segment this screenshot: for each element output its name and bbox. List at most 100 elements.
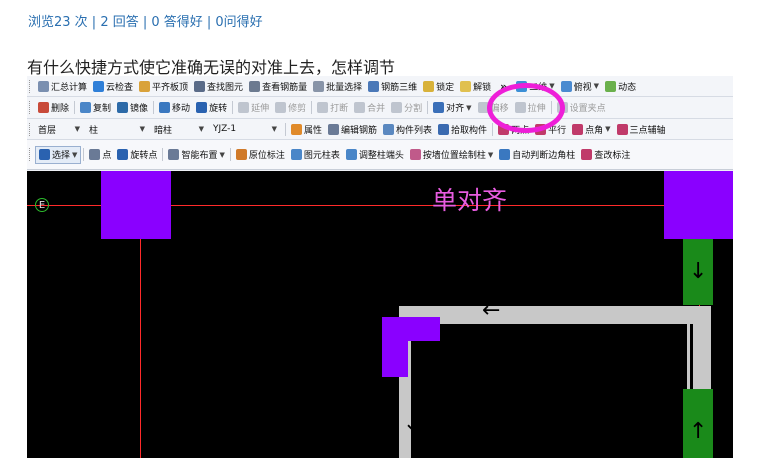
separator [229, 148, 231, 161]
lock-icon [423, 80, 435, 92]
trim-button[interactable]: 修剪 [272, 97, 309, 118]
align-icon [433, 102, 445, 113]
post-stats: 浏览23 次 | 2 回答 | 0 答得好 | 0问得好 [28, 15, 263, 30]
batch-select-icon [313, 80, 325, 92]
chevron-down-icon: ▼ [271, 125, 277, 133]
merge-button[interactable]: 合并 [351, 97, 388, 118]
rotate-point-button[interactable]: 旋转点 [114, 140, 160, 169]
adjust-column-end-button[interactable]: 调整柱端头 [343, 140, 407, 169]
three-point-axis-label: 三点辅轴 [629, 125, 666, 136]
toolbar-grip[interactable] [29, 148, 32, 161]
dynamic-view-label: 动态 [618, 82, 637, 93]
down-arrow-icon: ↓ [403, 411, 422, 436]
edit-label-icon [581, 149, 593, 160]
pick-component-button[interactable]: 拾取构件 [435, 119, 490, 139]
break-button[interactable]: 打断 [314, 97, 351, 118]
toolbar-grip[interactable] [29, 79, 32, 93]
draw-column-by-wall-button[interactable]: 按墙位置绘制柱 ▼ [407, 140, 496, 169]
view-rebar-qty-button[interactable]: 查看钢筋量 [246, 76, 310, 96]
point-angle-button[interactable]: 点角 ▼ [569, 119, 613, 139]
edit-annotation-button[interactable]: 查改标注 [578, 140, 633, 169]
delete-icon [38, 102, 49, 113]
three-point-icon [616, 123, 628, 135]
component-list-label: 构件列表 [396, 125, 433, 136]
point-angle-label: 点角 [585, 125, 604, 136]
top-view-dropdown[interactable]: 俯视 ▼ [558, 76, 602, 96]
column-axis-4[interactable] [664, 171, 733, 239]
delete-label: 删除 [51, 104, 70, 114]
separator [427, 101, 429, 114]
rotate-button[interactable]: 旋转 [193, 97, 230, 118]
separator [285, 122, 286, 136]
batch-select-label: 批量选择 [326, 82, 363, 93]
cloud-check-icon [93, 80, 105, 92]
copy-button[interactable]: 复制 [77, 97, 114, 118]
break-label: 打断 [330, 104, 349, 114]
rotate-point-label: 旋转点 [130, 151, 158, 161]
annotation-text: 单对齐 [432, 186, 508, 215]
smart-layout-button[interactable]: 智能布置 ▼ [165, 140, 227, 169]
toolbar-row-1: 汇总计算 云检查 平齐板顶 查找图元 查看钢筋量 批量选择 钢筋三维 锁定 解锁… [27, 76, 733, 97]
edit-annotation-label: 查改标注 [594, 151, 631, 161]
properties-icon [291, 123, 302, 135]
component-list-icon [383, 123, 395, 135]
in-place-label-label: 原位标注 [248, 151, 285, 161]
align-slab-top-label: 平齐板顶 [152, 82, 189, 93]
merge-label: 合并 [367, 104, 386, 114]
down-arrow-icon: ↓ [689, 259, 708, 284]
rebar-3d-button[interactable]: 钢筋三维 [365, 76, 420, 96]
find-element-button[interactable]: 查找图元 [191, 76, 246, 96]
unlock-button[interactable]: 解锁 [457, 76, 494, 96]
separator [492, 122, 494, 136]
point-tool-button[interactable]: 点 [86, 140, 114, 169]
axis-e-label: E [38, 199, 46, 211]
rotate-label: 旋转 [209, 104, 228, 114]
cloud-check-button[interactable]: 云检查 [90, 76, 136, 96]
lock-button[interactable]: 锁定 [420, 76, 457, 96]
set-grip-point-label: 设置夹点 [569, 104, 606, 114]
subtype-select[interactable]: 暗柱 ▼ [151, 121, 207, 137]
batch-select-button[interactable]: 批量选择 [310, 76, 365, 96]
l-column-left[interactable] [382, 317, 408, 377]
split-button[interactable]: 分割 [388, 97, 425, 118]
component-list-button[interactable]: 构件列表 [380, 119, 435, 139]
split-label: 分割 [404, 104, 423, 114]
floor-select[interactable]: 首层 ▼ [35, 121, 83, 137]
up-arrow-icon: ↑ [689, 419, 708, 444]
edit-rebar-button[interactable]: 编辑钢筋 [325, 119, 380, 139]
column-table-button[interactable]: 图元柱表 [288, 140, 343, 169]
dynamic-observe-icon [605, 80, 617, 92]
summary-calc-button[interactable]: 汇总计算 [35, 76, 90, 96]
separator [232, 101, 234, 114]
summary-calc-label: 汇总计算 [51, 82, 88, 93]
align-slab-top-button[interactable]: 平齐板顶 [136, 76, 191, 96]
element-name-select[interactable]: YJZ-1 ▼ [210, 121, 280, 137]
mirror-button[interactable]: 镜像 [114, 97, 151, 118]
toolbar-grip[interactable] [29, 101, 32, 114]
find-element-label: 查找图元 [207, 82, 244, 93]
select-tool-button[interactable]: 选择 ▼ [35, 145, 82, 164]
drawing-canvas[interactable]: E 3 4 ↓ ↑ ← ↓ 单对齐 [27, 171, 733, 458]
question-title: 有什么快捷方式使它准确无误的对准上去，怎样调节 [27, 58, 396, 77]
properties-button[interactable]: 属性 [288, 119, 325, 139]
move-button[interactable]: 移动 [156, 97, 193, 118]
axis-bubble-e: E [35, 198, 49, 212]
rebar-3d-label: 钢筋三维 [381, 82, 418, 93]
column-axis-3[interactable] [101, 171, 171, 239]
auto-corner-icon [499, 149, 511, 160]
toolbar-grip[interactable] [29, 122, 32, 136]
align-dropdown-button[interactable]: 对齐 ▼ [430, 97, 474, 118]
extend-label: 延伸 [251, 104, 270, 114]
column-table-icon [290, 149, 302, 160]
rebar-icon [249, 80, 261, 92]
break-icon [317, 102, 329, 113]
auto-corner-column-button[interactable]: 自动判断边角柱 [496, 140, 578, 169]
extend-button[interactable]: 延伸 [235, 97, 272, 118]
delete-button[interactable]: 删除 [35, 97, 72, 118]
dynamic-view-button[interactable]: 动态 [602, 76, 639, 96]
chevron-down-icon: ▼ [72, 150, 78, 159]
three-point-axis-button[interactable]: 三点辅轴 [614, 119, 669, 139]
in-place-label-button[interactable]: 原位标注 [233, 140, 288, 169]
smart-layout-label: 智能布置 [181, 151, 218, 161]
element-type-select[interactable]: 柱 ▼ [86, 121, 148, 137]
